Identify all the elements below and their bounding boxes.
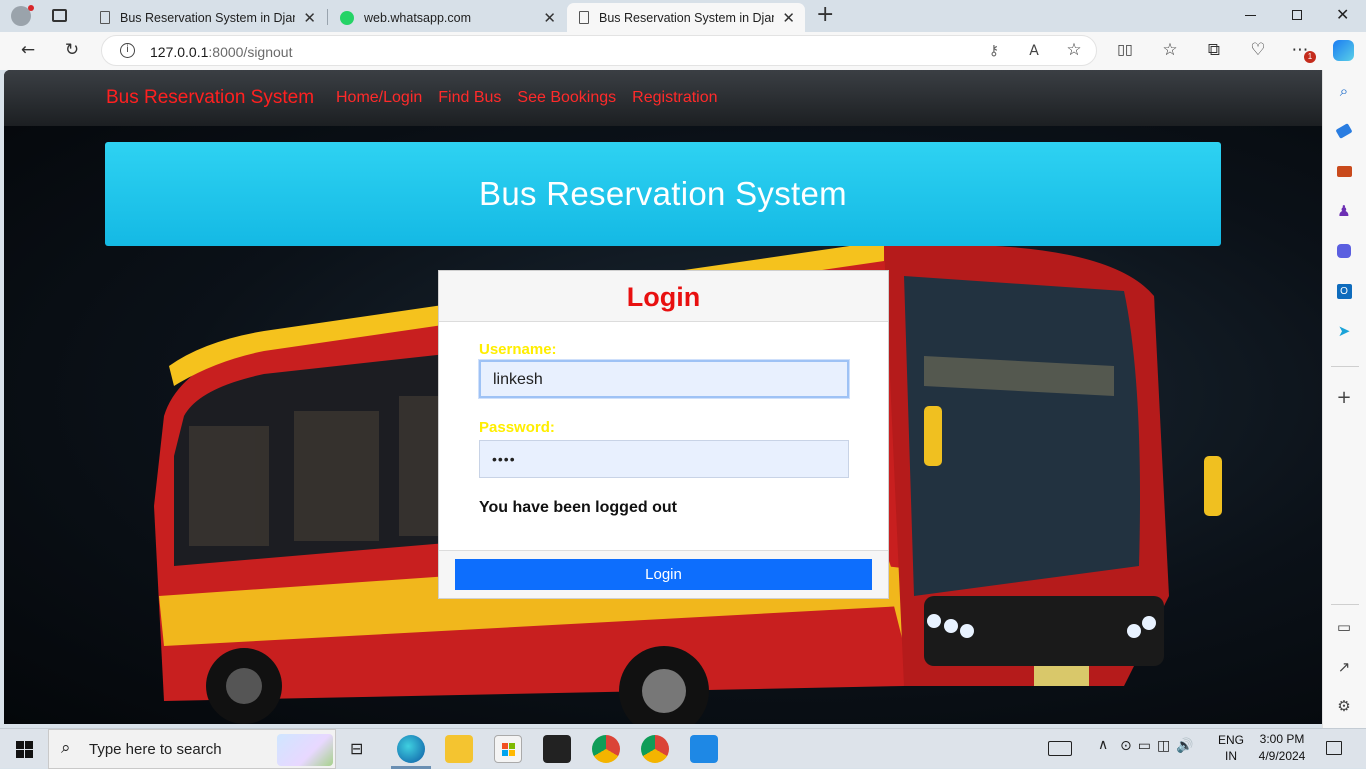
microsoft-365-icon[interactable] <box>1333 240 1355 262</box>
mail-icon[interactable] <box>543 735 571 763</box>
nav-registration[interactable]: Registration <box>632 89 717 107</box>
password-label: Password: <box>479 419 555 436</box>
login-card-footer: Login <box>439 550 888 598</box>
browser-toolbar: ← ↻ i 127.0.0.1:8000/signout ⚷ A ☆ ▯▯ ☆ … <box>0 32 1366 70</box>
task-view-icon[interactable]: ⊟ <box>350 739 363 758</box>
nav-home-login[interactable]: Home/Login <box>336 89 422 107</box>
read-aloud-icon[interactable]: A <box>1022 41 1046 61</box>
chrome-icon[interactable] <box>592 735 620 763</box>
key-icon[interactable]: ⚷ <box>982 41 1006 61</box>
url-text: 127.0.0.1:8000/signout <box>150 44 292 60</box>
close-tab-icon[interactable]: ✕ <box>543 9 556 27</box>
profile-notification-dot <box>28 5 34 11</box>
tab-strip: Bus Reservation System in Djang ✕ web.wh… <box>0 0 1366 32</box>
vscode-icon[interactable] <box>690 735 718 763</box>
clock-date[interactable]: 4/9/2024 <box>1252 749 1312 763</box>
page-icon <box>100 11 110 24</box>
hide-sidebar-icon[interactable]: ▭ <box>1333 616 1355 638</box>
search-highlight-icon <box>277 734 333 766</box>
windows-taskbar: ⌕ Type here to search ⊟ ∧ ⊙▭◫🔊 ENG IN 3:… <box>0 728 1366 769</box>
outlook-icon[interactable]: O <box>1333 280 1355 302</box>
banner-title: Bus Reservation System <box>479 175 847 212</box>
login-card: Login Username: linkesh Password: •••• Y… <box>438 270 889 599</box>
whatsapp-icon <box>340 10 354 25</box>
tools-icon[interactable] <box>1333 160 1355 182</box>
add-icon[interactable]: + <box>1333 386 1355 408</box>
tab-bus-reservation-1[interactable]: Bus Reservation System in Djang ✕ <box>88 3 326 32</box>
login-title: Login <box>626 282 701 312</box>
windows-start-icon[interactable] <box>16 741 33 758</box>
close-window-button[interactable]: ✕ <box>1336 5 1349 24</box>
login-card-header: Login <box>439 271 888 322</box>
page-icon <box>579 11 589 24</box>
games-icon[interactable]: ♟ <box>1333 200 1355 222</box>
chrome-profile-icon[interactable] <box>641 735 669 763</box>
search-icon: ⌕ <box>61 738 71 758</box>
language-indicator[interactable]: ENG <box>1216 733 1246 747</box>
site-brand[interactable]: Bus Reservation System <box>106 87 314 109</box>
info-icon[interactable]: i <box>120 43 135 58</box>
tab-bus-reservation-active[interactable]: Bus Reservation System in Djang ✕ <box>567 3 805 32</box>
nav-see-bookings[interactable]: See Bookings <box>517 89 616 107</box>
send-icon[interactable]: ➤ <box>1333 320 1355 342</box>
nav-links: Home/Login Find Bus See Bookings Registr… <box>336 89 718 107</box>
settings-gear-icon[interactable]: ⚙ <box>1333 695 1355 717</box>
system-tray-icons[interactable]: ⊙▭◫🔊 <box>1120 738 1200 754</box>
region-indicator[interactable]: IN <box>1216 749 1246 763</box>
favorite-star-icon[interactable]: ☆ <box>1062 40 1086 60</box>
url-host: 127.0.0.1 <box>150 44 209 60</box>
tab-title: web.whatsapp.com <box>364 10 472 25</box>
username-label: Username: <box>479 341 557 358</box>
tab-title: Bus Reservation System in Djang <box>120 10 295 25</box>
hero-banner: Bus Reservation System <box>105 142 1221 246</box>
open-external-icon[interactable]: ↗ <box>1333 656 1355 678</box>
file-explorer-icon[interactable] <box>445 735 473 763</box>
password-input[interactable]: •••• <box>479 440 849 478</box>
show-hidden-icons-chevron[interactable]: ∧ <box>1098 737 1108 753</box>
search-placeholder: Type here to search <box>89 741 222 758</box>
sidebar-divider <box>1331 366 1359 367</box>
collections-icon[interactable]: ⧉ <box>1202 40 1226 60</box>
sidebar-divider <box>1331 604 1359 605</box>
tab-whatsapp[interactable]: web.whatsapp.com ✕ <box>328 3 566 32</box>
site-navbar: Bus Reservation System Home/Login Find B… <box>4 70 1322 126</box>
clock-time[interactable]: 3:00 PM <box>1252 732 1312 746</box>
close-tab-icon[interactable]: ✕ <box>782 9 795 27</box>
tab-actions-icon[interactable] <box>52 9 67 22</box>
browser-essentials-icon[interactable]: ♡ <box>1246 40 1270 60</box>
login-button[interactable]: Login <box>455 559 872 590</box>
new-tab-button[interactable]: + <box>816 2 834 27</box>
copilot-icon[interactable] <box>1333 40 1354 61</box>
logout-message: You have been logged out <box>479 499 677 516</box>
shopping-tag-icon[interactable] <box>1333 120 1355 142</box>
microsoft-store-icon[interactable] <box>494 735 522 763</box>
address-bar[interactable]: i 127.0.0.1:8000/signout ⚷ A ☆ <box>101 35 1097 66</box>
refresh-icon[interactable]: ↻ <box>60 40 84 60</box>
favorites-icon[interactable]: ☆ <box>1158 40 1182 60</box>
taskbar-search-box[interactable]: ⌕ Type here to search <box>48 729 336 769</box>
nav-find-bus[interactable]: Find Bus <box>438 89 501 107</box>
split-screen-icon[interactable]: ▯▯ <box>1113 40 1137 60</box>
close-tab-icon[interactable]: ✕ <box>303 9 316 27</box>
minimize-button[interactable] <box>1245 15 1256 16</box>
tab-title: Bus Reservation System in Djang <box>599 10 774 25</box>
restore-button[interactable] <box>1292 10 1302 20</box>
notification-badge: 1 <box>1304 51 1316 63</box>
edge-app-icon[interactable] <box>397 735 425 763</box>
username-input[interactable]: linkesh <box>479 360 849 398</box>
page-viewport: Bus Reservation System Home/Login Find B… <box>4 70 1322 724</box>
notifications-icon[interactable] <box>1326 741 1342 755</box>
search-icon[interactable]: ⌕ <box>1333 80 1355 102</box>
back-arrow-icon[interactable]: ← <box>16 40 40 60</box>
keyboard-icon[interactable] <box>1048 741 1072 756</box>
edge-sidebar: ⌕ ♟ O ➤ + ▭ ↗ ⚙ <box>1322 70 1366 728</box>
url-path: :8000/signout <box>208 44 293 60</box>
